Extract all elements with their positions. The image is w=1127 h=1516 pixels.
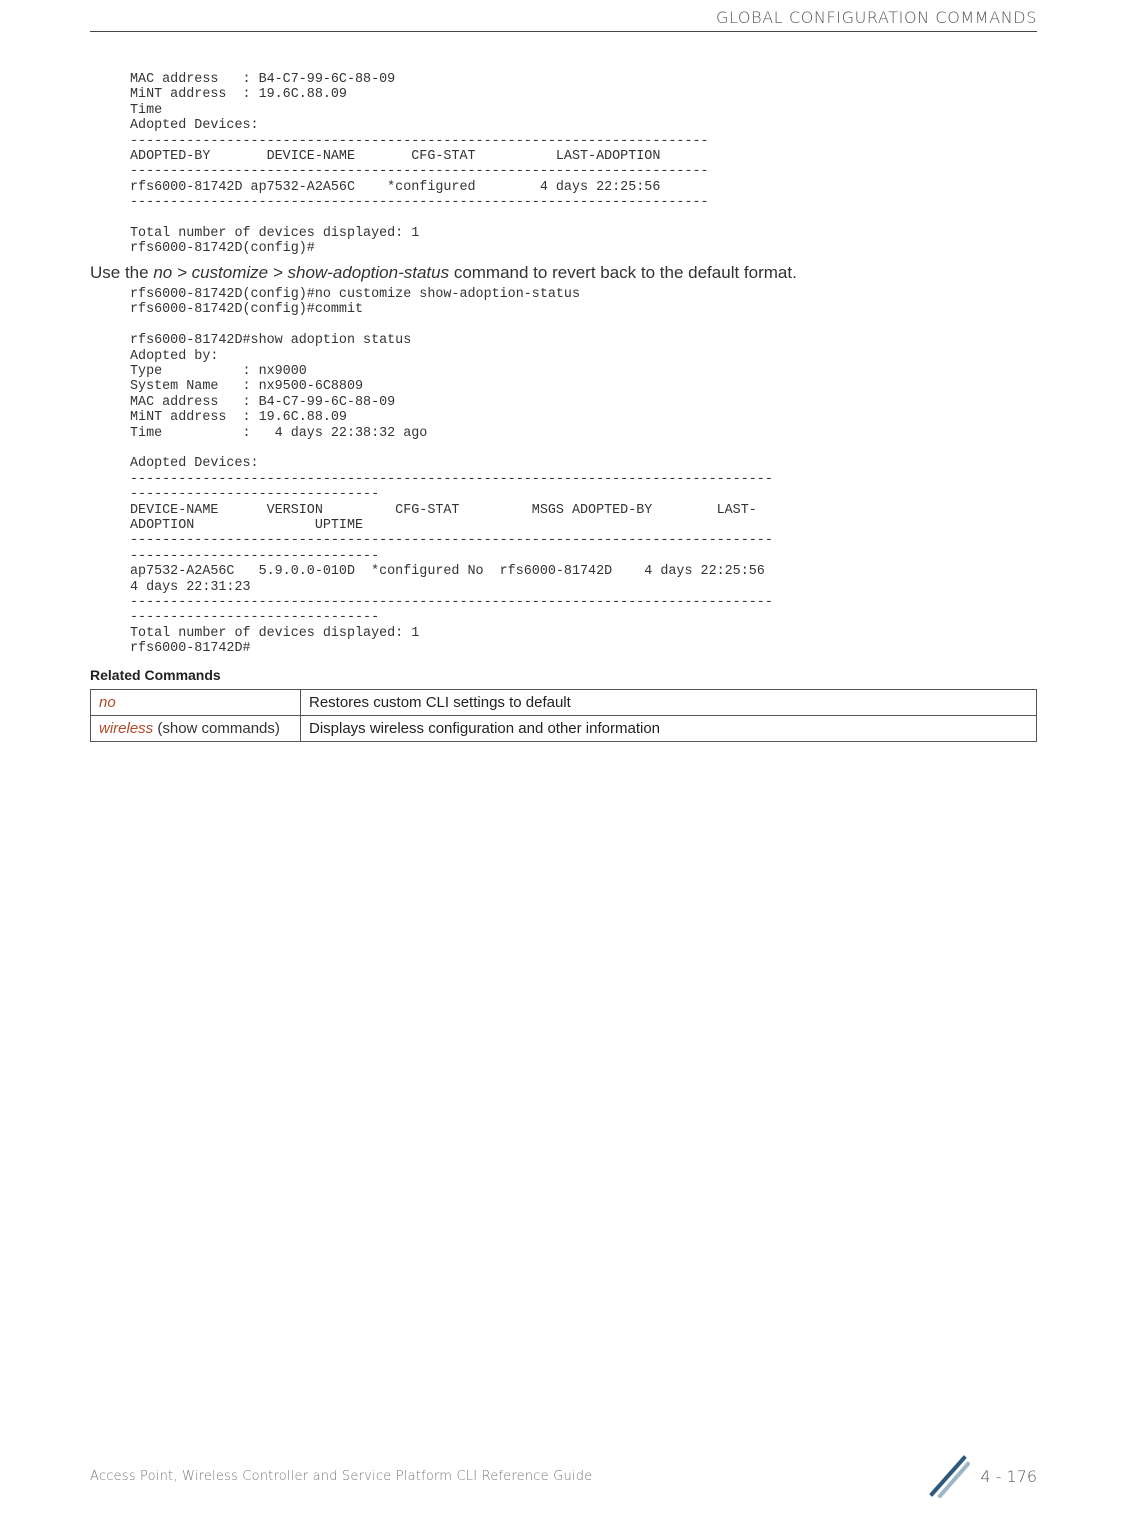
narrative-line: Use the no > customize > show-adoption-s… bbox=[90, 263, 1037, 283]
page-header: GLOBAL CONFIGURATION COMMANDS bbox=[90, 0, 1037, 31]
footer-text: Access Point, Wireless Controller and Se… bbox=[90, 1469, 592, 1484]
page-footer: Access Point, Wireless Controller and Se… bbox=[0, 1454, 1127, 1498]
related-key-plain: (show commands) bbox=[153, 720, 280, 737]
related-desc: Restores custom CLI settings to default bbox=[301, 689, 1037, 715]
header-rule bbox=[90, 31, 1037, 32]
related-desc: Displays wireless configuration and othe… bbox=[301, 715, 1037, 741]
related-key-italic: no bbox=[99, 694, 116, 711]
terminal-output-2: rfs6000-81742D(config)#no customize show… bbox=[130, 287, 1037, 657]
terminal-output-1: MAC address : B4-C7-99-6C-88-09 MiNT add… bbox=[130, 72, 1037, 257]
footer-inner: Access Point, Wireless Controller and Se… bbox=[90, 1454, 1037, 1498]
related-commands-table: no Restores custom CLI settings to defau… bbox=[90, 689, 1037, 742]
related-key: wireless (show commands) bbox=[91, 715, 301, 741]
narrative-suffix: command to revert back to the default fo… bbox=[449, 263, 797, 282]
related-key-italic: wireless bbox=[99, 720, 153, 737]
related-commands-label: Related Commands bbox=[90, 667, 1037, 683]
table-row: wireless (show commands) Displays wirele… bbox=[91, 715, 1037, 741]
page-number: 4 - 176 bbox=[980, 1467, 1037, 1486]
table-row: no Restores custom CLI settings to defau… bbox=[91, 689, 1037, 715]
narrative-prefix: Use the bbox=[90, 263, 153, 282]
narrative-command: no > customize > show-adoption-status bbox=[153, 263, 449, 282]
page-number-box: 4 - 176 bbox=[926, 1454, 1037, 1498]
related-key: no bbox=[91, 689, 301, 715]
slash-icon bbox=[926, 1454, 970, 1498]
page: GLOBAL CONFIGURATION COMMANDS MAC addres… bbox=[0, 0, 1127, 1516]
